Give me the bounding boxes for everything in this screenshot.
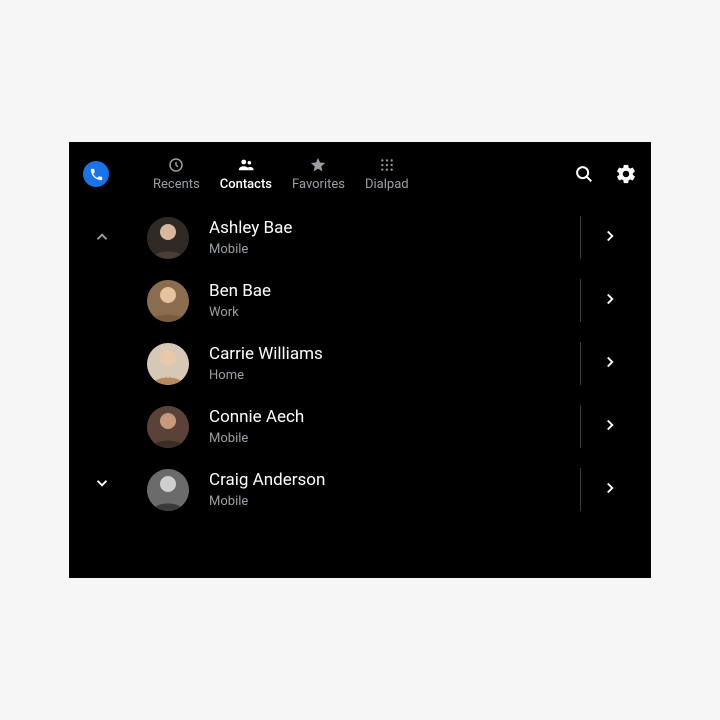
contact-detail-button[interactable] — [601, 290, 619, 312]
phone-app-icon — [83, 161, 109, 187]
contact-row[interactable]: Connie Aech Mobile — [129, 395, 651, 458]
contact-info: Ben Bae Work — [209, 281, 271, 320]
avatar — [147, 343, 189, 385]
contact-detail-button[interactable] — [601, 353, 619, 375]
tab-favorites[interactable]: Favorites — [292, 156, 345, 192]
contact-name: Ashley Bae — [209, 218, 292, 238]
contact-info: Carrie Williams Home — [209, 344, 323, 383]
chevron-right-icon — [601, 290, 619, 308]
contact-type: Mobile — [209, 431, 304, 446]
contact-info: Connie Aech Mobile — [209, 407, 304, 446]
tab-dialpad[interactable]: Dialpad — [365, 156, 409, 192]
contact-name: Craig Anderson — [209, 470, 325, 490]
chevron-right-icon — [601, 479, 619, 497]
tab-label: Contacts — [220, 177, 272, 192]
contact-type: Mobile — [209, 242, 292, 257]
contact-info: Ashley Bae Mobile — [209, 218, 292, 257]
chevron-down-icon — [93, 474, 111, 492]
phone-icon — [89, 167, 104, 182]
row-divider — [580, 405, 581, 448]
tab-bar: Recents Contacts Favorites — [153, 156, 409, 192]
search-icon — [573, 163, 595, 185]
gear-icon — [615, 163, 637, 185]
contact-type: Mobile — [209, 494, 325, 509]
chevron-up-icon — [93, 228, 111, 246]
contact-name: Ben Bae — [209, 281, 271, 301]
contact-type: Work — [209, 305, 271, 320]
contact-detail-button[interactable] — [601, 416, 619, 438]
contact-row[interactable]: Ashley Bae Mobile — [129, 206, 651, 269]
people-icon — [237, 156, 255, 174]
contact-row[interactable]: Carrie Williams Home — [129, 332, 651, 395]
contact-name: Carrie Williams — [209, 344, 323, 364]
contact-detail-button[interactable] — [601, 479, 619, 501]
chevron-right-icon — [601, 353, 619, 371]
scroll-down-button[interactable] — [93, 474, 111, 496]
contact-type: Home — [209, 368, 323, 383]
row-divider — [580, 342, 581, 385]
dialpad-icon — [378, 156, 396, 174]
phone-app-window: Recents Contacts Favorites — [69, 142, 651, 578]
contact-row[interactable]: Ben Bae Work — [129, 269, 651, 332]
avatar — [147, 406, 189, 448]
tab-label: Recents — [153, 177, 200, 192]
tab-recents[interactable]: Recents — [153, 156, 200, 192]
settings-button[interactable] — [615, 163, 637, 185]
star-icon — [309, 156, 327, 174]
row-divider — [580, 216, 581, 259]
tab-label: Favorites — [292, 177, 345, 192]
contact-name: Connie Aech — [209, 407, 304, 427]
contact-row[interactable]: Craig Anderson Mobile — [129, 458, 651, 521]
contacts-list: Ashley Bae Mobile Ben Bae Work — [69, 206, 651, 521]
contact-detail-button[interactable] — [601, 227, 619, 249]
row-divider — [580, 279, 581, 322]
scroll-up-button[interactable] — [93, 228, 111, 250]
search-button[interactable] — [573, 163, 595, 185]
avatar — [147, 217, 189, 259]
avatar — [147, 469, 189, 511]
chevron-right-icon — [601, 227, 619, 245]
clock-icon — [167, 156, 185, 174]
row-divider — [580, 468, 581, 511]
tab-label: Dialpad — [365, 177, 409, 192]
avatar — [147, 280, 189, 322]
tab-contacts[interactable]: Contacts — [220, 156, 272, 192]
chevron-right-icon — [601, 416, 619, 434]
contact-info: Craig Anderson Mobile — [209, 470, 325, 509]
top-bar: Recents Contacts Favorites — [69, 142, 651, 206]
